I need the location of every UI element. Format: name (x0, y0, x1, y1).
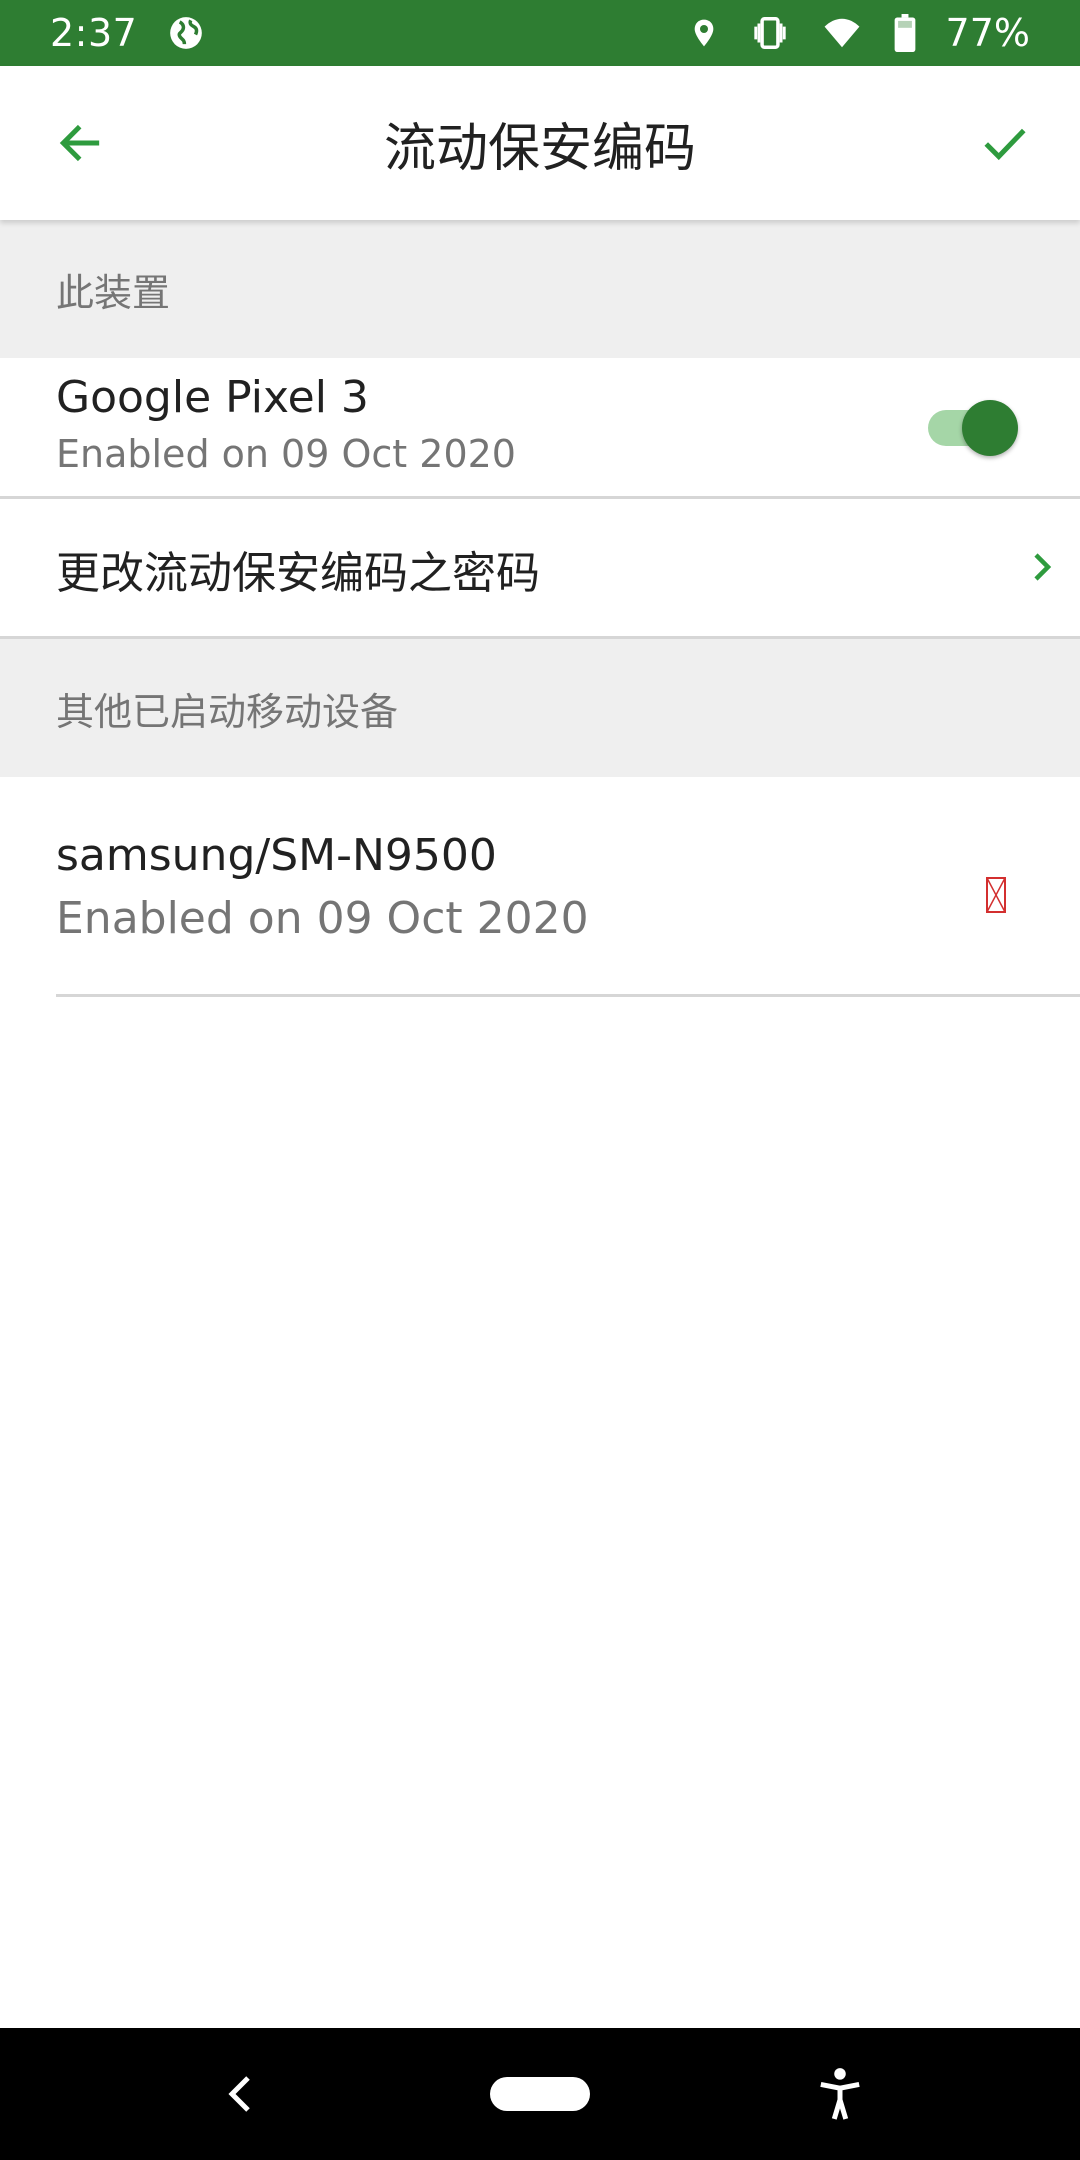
screen: 2:37 77% 流动保安编码 此装置 Google Pixel 3 Enabl… (0, 0, 1080, 2160)
other-device-enabled-date: Enabled on 09 Oct 2020 (56, 893, 589, 944)
home-pill-icon (490, 2077, 590, 2111)
change-password-label: 更改流动保安编码之密码 (56, 548, 540, 599)
section-header-label: 此装置 (56, 270, 171, 315)
nav-back-button[interactable] (200, 2028, 280, 2160)
device-name: Google Pixel 3 (56, 372, 369, 423)
device-enabled-date: Enabled on 09 Oct 2020 (56, 432, 516, 476)
check-icon (984, 128, 1026, 161)
navigation-bar (0, 2028, 1080, 2160)
nav-home-button[interactable] (490, 2028, 590, 2160)
status-time: 2:37 (50, 11, 138, 55)
other-device-row: samsung/SM-N9500 Enabled on 09 Oct 2020 (0, 777, 1080, 995)
change-password-row[interactable]: 更改流动保安编码之密码 (0, 499, 1080, 636)
accessibility-icon (820, 2068, 860, 2120)
divider (56, 994, 1080, 997)
section-header-this-device: 此装置 (0, 220, 1080, 358)
section-header-other-devices: 其他已启动移动设备 (0, 639, 1080, 777)
page-title: 流动保安编码 (383, 118, 696, 179)
globe-icon (167, 14, 205, 52)
missing-glyph-icon (986, 877, 1006, 913)
confirm-button[interactable] (960, 103, 1050, 183)
nav-back-icon (228, 2076, 250, 2112)
other-device-name: samsung/SM-N9500 (56, 830, 497, 881)
nav-accessibility-button[interactable] (800, 2028, 880, 2160)
battery-icon (894, 14, 916, 52)
back-button[interactable] (40, 103, 120, 183)
app-bar: 流动保安编码 (0, 66, 1080, 220)
vibrate-icon (750, 14, 790, 52)
chevron-right-icon (1034, 553, 1052, 581)
this-device-row: Google Pixel 3 Enabled on 09 Oct 2020 (0, 358, 1080, 496)
arrow-left-icon (59, 124, 100, 162)
toggle-thumb (962, 400, 1018, 456)
device-toggle[interactable] (928, 400, 1018, 456)
remove-device-button[interactable] (986, 877, 1006, 917)
location-icon (688, 14, 720, 52)
battery-percent: 77% (945, 11, 1030, 55)
wifi-icon (820, 14, 864, 52)
section-header-label: 其他已启动移动设备 (56, 689, 399, 734)
status-bar: 2:37 77% (0, 0, 1080, 66)
